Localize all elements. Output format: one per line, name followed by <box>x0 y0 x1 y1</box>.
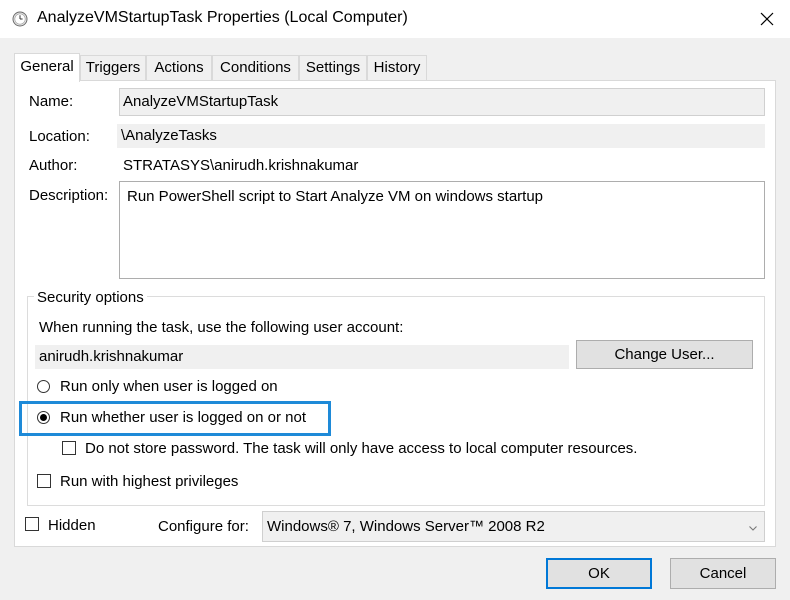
name-field[interactable]: AnalyzeVMStartupTask <box>119 88 765 116</box>
chevron-down-icon <box>748 520 758 531</box>
tab-history[interactable]: History <box>367 55 427 80</box>
title-bar: AnalyzeVMStartupTask Properties (Local C… <box>0 0 790 38</box>
location-label: Location: <box>29 128 90 145</box>
user-account-field: anirudh.krishnakumar <box>35 345 569 369</box>
hidden-checkbox[interactable] <box>25 517 39 531</box>
name-label: Name: <box>29 93 74 110</box>
security-options-title: Security options <box>34 289 147 306</box>
tab-triggers[interactable]: Triggers <box>80 55 146 80</box>
tab-conditions[interactable]: Conditions <box>212 55 299 80</box>
cancel-button[interactable]: Cancel <box>670 558 776 589</box>
ok-button[interactable]: OK <box>546 558 652 589</box>
highlight-box <box>19 401 331 436</box>
window-title: AnalyzeVMStartupTask Properties (Local C… <box>37 9 408 26</box>
description-label: Description: <box>29 187 109 204</box>
do-not-store-password-label[interactable]: Do not store password. The task will onl… <box>85 440 637 457</box>
hidden-label[interactable]: Hidden <box>48 517 96 534</box>
author-value: STRATASYS\anirudh.krishnakumar <box>123 157 359 174</box>
radio-run-only-logged-on[interactable] <box>37 380 50 393</box>
change-user-button[interactable]: Change User... <box>576 340 753 369</box>
do-not-store-password-checkbox[interactable] <box>62 441 76 455</box>
configure-for-label: Configure for: <box>158 518 249 535</box>
close-button[interactable] <box>744 0 790 38</box>
tab-settings[interactable]: Settings <box>299 55 367 80</box>
highest-privileges-label[interactable]: Run with highest privileges <box>60 473 238 490</box>
description-textarea[interactable]: Run PowerShell script to Start Analyze V… <box>119 181 765 279</box>
tab-general[interactable]: General <box>14 53 80 82</box>
highest-privileges-checkbox[interactable] <box>37 474 51 488</box>
author-label: Author: <box>29 157 78 174</box>
configure-for-value: Windows® 7, Windows Server™ 2008 R2 <box>267 518 545 535</box>
clock-icon <box>12 11 28 27</box>
account-prompt: When running the task, use the following… <box>39 319 404 336</box>
radio-run-only-logged-on-label[interactable]: Run only when user is logged on <box>60 378 278 395</box>
tab-actions[interactable]: Actions <box>146 55 212 80</box>
close-icon <box>760 12 774 26</box>
location-value: \AnalyzeTasks <box>117 124 765 148</box>
